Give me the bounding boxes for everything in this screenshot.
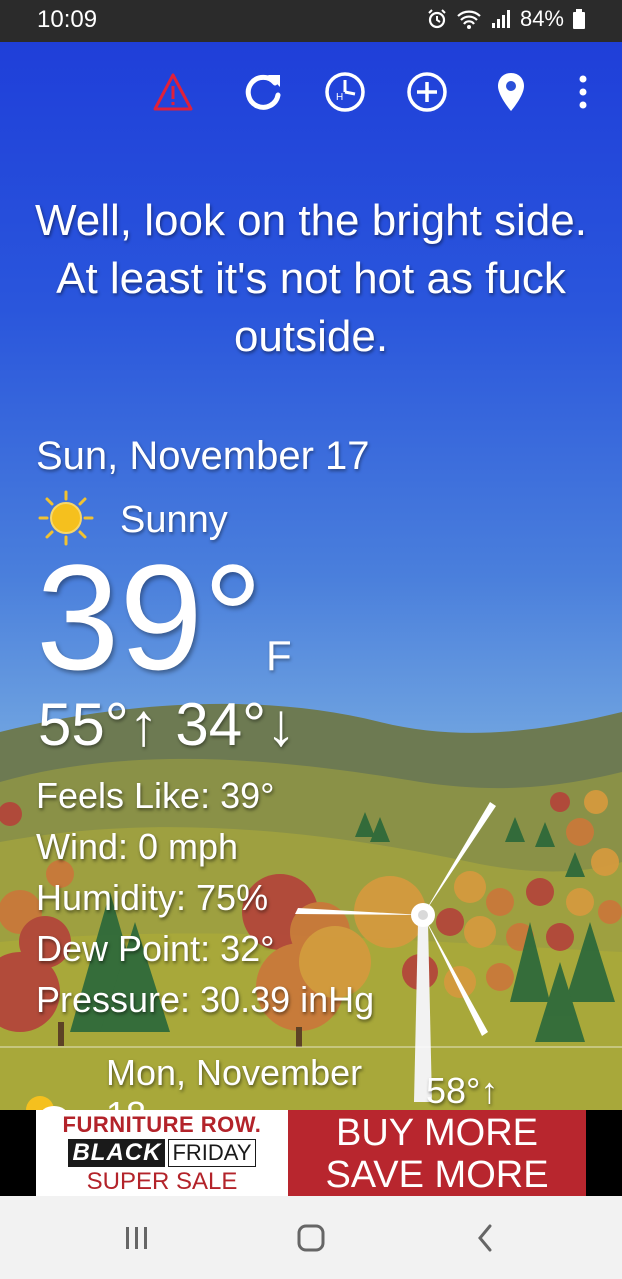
refresh-icon[interactable] xyxy=(236,62,290,122)
weather-quote: Well, look on the bright side. At least … xyxy=(35,196,587,361)
temperature-unit[interactable]: F xyxy=(266,632,292,680)
more-vert-icon[interactable] xyxy=(556,62,610,122)
status-time: 10:09 xyxy=(37,6,98,33)
forecast-high: 58°↑ xyxy=(426,1070,499,1110)
weather-details: Feels Like: 39° Wind: 0 mph Humidity: 75… xyxy=(36,770,374,1025)
weather-background: H Well, look on the bright side. At leas… xyxy=(0,42,622,1110)
alarm-icon xyxy=(426,8,448,30)
humidity: Humidity: 75% xyxy=(36,877,269,918)
back-icon[interactable] xyxy=(455,1214,515,1262)
current-date: Sun, November 17 xyxy=(36,434,370,478)
warning-icon[interactable] xyxy=(146,62,200,122)
pressure: Pressure: 30.39 inHg xyxy=(36,979,375,1020)
ad-brand: FURNITURE ROW. xyxy=(62,1112,262,1137)
feels-like: Feels Like: 39° xyxy=(36,775,275,816)
ad-black: BLACK xyxy=(68,1139,166,1167)
ad-banner[interactable]: FURNITURE ROW. BLACK FRIDAY SUPER SALE B… xyxy=(0,1110,622,1196)
current-temperature: 39° xyxy=(36,533,263,701)
wifi-icon xyxy=(456,8,482,30)
clock-icon[interactable]: H xyxy=(318,62,372,122)
app-toolbar: H xyxy=(0,62,622,122)
add-icon[interactable] xyxy=(400,62,454,122)
recents-icon[interactable] xyxy=(107,1214,167,1262)
sun-cloud-icon xyxy=(20,1082,70,1110)
home-icon[interactable] xyxy=(281,1214,341,1262)
signal-icon xyxy=(490,8,512,30)
location-pin-icon[interactable] xyxy=(484,62,538,122)
forecast-divider xyxy=(0,1046,622,1048)
forecast-day-continued: 18 xyxy=(106,1094,146,1110)
ad-furniture-row[interactable]: FURNITURE ROW. BLACK FRIDAY SUPER SALE xyxy=(36,1110,288,1196)
forecast-day[interactable]: Mon, November xyxy=(106,1052,362,1094)
battery-icon xyxy=(572,8,586,30)
status-bar: 10:09 84% xyxy=(0,0,622,42)
system-nav-bar xyxy=(0,1196,622,1279)
wind: Wind: 0 mph xyxy=(36,826,239,867)
battery-text: 84% xyxy=(519,6,564,31)
dew-point: Dew Point: 32° xyxy=(36,928,275,969)
high-low-temperature: 55°↑ 34°↓ xyxy=(38,691,297,758)
svg-text:H: H xyxy=(336,92,343,103)
ad-cta[interactable]: BUY MORE SAVE MORE xyxy=(288,1110,586,1196)
ad-super-sale: SUPER SALE xyxy=(86,1168,238,1195)
ad-friday: FRIDAY xyxy=(168,1139,256,1167)
